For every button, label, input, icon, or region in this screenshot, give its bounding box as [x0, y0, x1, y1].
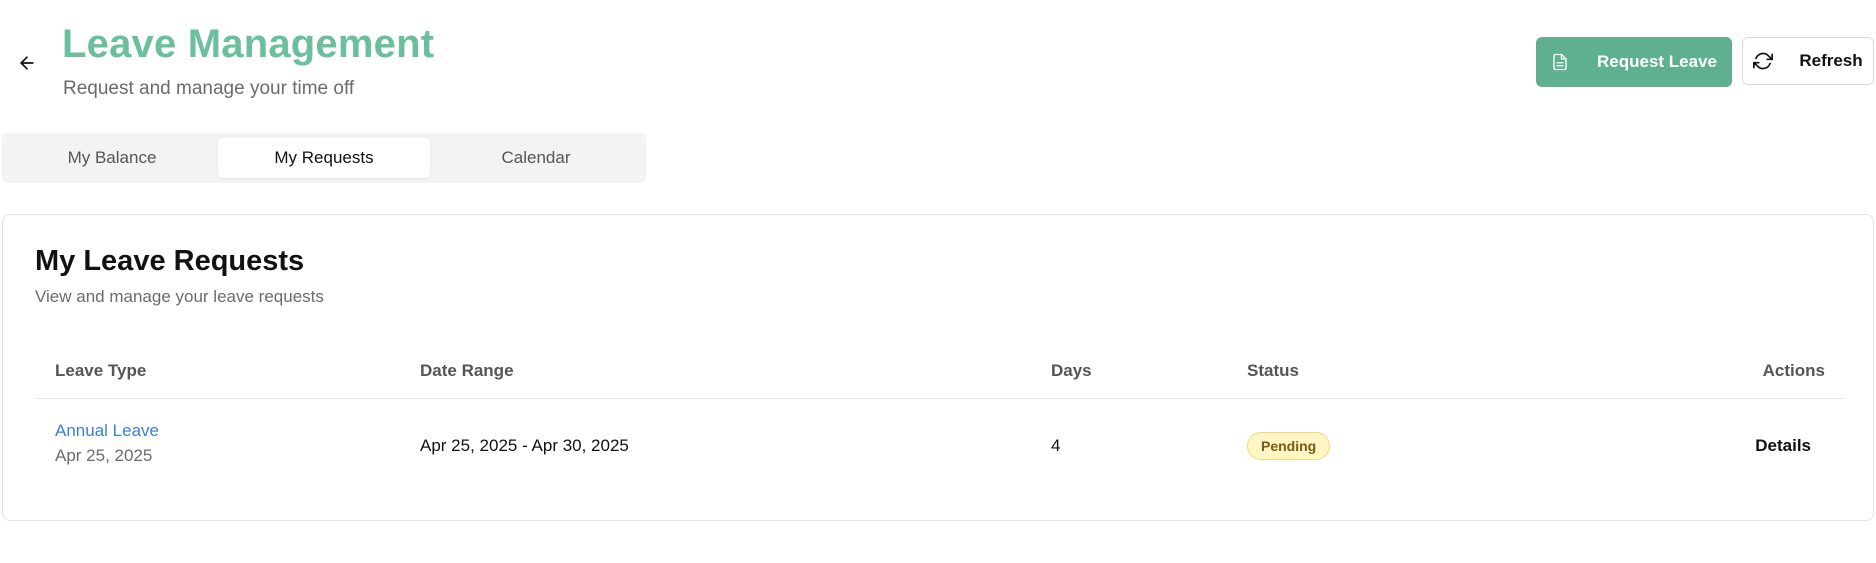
- details-button[interactable]: Details: [1755, 436, 1811, 456]
- refresh-label: Refresh: [1799, 51, 1863, 70]
- status-badge: Pending: [1247, 432, 1331, 460]
- leave-requests-table: Leave Type Date Range Days Status Action…: [35, 345, 1845, 495]
- request-leave-button[interactable]: Request Leave: [1536, 37, 1732, 87]
- table-header: Leave Type Date Range Days Status Action…: [35, 345, 1845, 399]
- leave-requests-card: My Leave Requests View and manage your l…: [2, 214, 1874, 521]
- leave-type-link[interactable]: Annual Leave: [55, 421, 159, 441]
- request-leave-label: Request Leave: [1597, 52, 1717, 71]
- card-subtitle: View and manage your leave requests: [35, 287, 324, 306]
- tab-bar: My Balance My Requests Calendar: [2, 133, 646, 183]
- tab-my-requests[interactable]: My Requests: [218, 138, 430, 178]
- refresh-icon: [1753, 52, 1774, 70]
- tab-my-balance[interactable]: My Balance: [6, 138, 218, 178]
- document-icon: [1553, 53, 1567, 71]
- arrow-left-icon: [20, 56, 34, 70]
- table-row: Annual Leave Apr 25, 2025 Apr 25, 2025 -…: [35, 399, 1845, 495]
- column-header-actions: Actions: [1762, 361, 1825, 380]
- page-title: Leave Management: [62, 22, 435, 66]
- refresh-button[interactable]: Refresh: [1742, 37, 1874, 85]
- column-header-leave-type: Leave Type: [55, 361, 147, 380]
- column-header-days: Days: [1051, 361, 1092, 380]
- leave-date-range: Apr 25, 2025 - Apr 30, 2025: [420, 436, 629, 455]
- column-header-status: Status: [1247, 361, 1299, 380]
- column-header-date-range: Date Range: [420, 361, 514, 380]
- leave-days: 4: [1051, 436, 1061, 455]
- card-title: My Leave Requests: [35, 245, 305, 277]
- back-button[interactable]: [12, 48, 42, 78]
- tab-calendar[interactable]: Calendar: [430, 138, 642, 178]
- leave-submitted-date: Apr 25, 2025: [55, 446, 153, 465]
- page-subtitle: Request and manage your time off: [63, 78, 355, 99]
